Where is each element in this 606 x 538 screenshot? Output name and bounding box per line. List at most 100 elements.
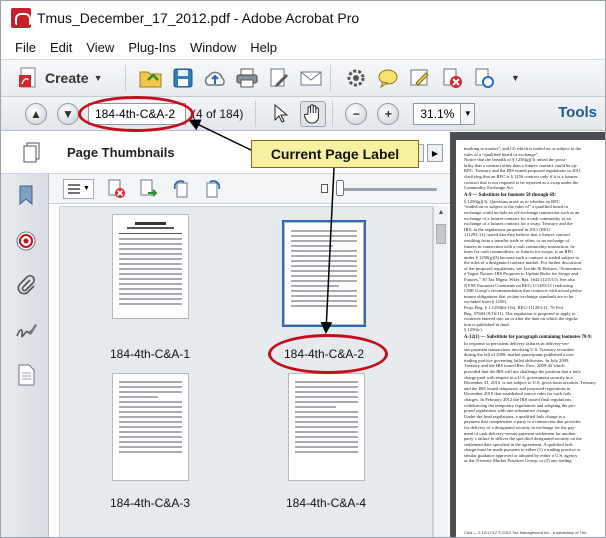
thumbnail-size-slider[interactable] (337, 188, 437, 191)
menu-window[interactable]: Window (190, 40, 236, 55)
comment-icon (378, 69, 398, 89)
document-icon[interactable] (15, 364, 37, 386)
document-text-line: or the Treasury Market Practices Group; … (464, 458, 572, 464)
print-button[interactable] (234, 65, 260, 91)
thumbnail-page-3[interactable] (112, 373, 189, 481)
previous-page-button[interactable]: ▲ (25, 102, 47, 125)
menu-help[interactable]: Help (250, 40, 277, 55)
toolbar-divider (124, 65, 126, 91)
hand-tool-button[interactable] (300, 100, 327, 127)
zoom-input[interactable]: 31.1% (413, 102, 462, 125)
toolbar-divider (329, 65, 331, 91)
thumbnail-label-highlight-ellipse (268, 334, 388, 374)
menu-file[interactable]: File (15, 40, 36, 55)
cloud-upload-icon (204, 71, 225, 86)
menu-bar: File Edit View Plug-Ins Window Help (1, 35, 605, 59)
menu-edit[interactable]: Edit (50, 40, 72, 55)
create-label: Create (45, 70, 89, 86)
print-icon (236, 68, 258, 88)
window-title: Tmus_December_17_2012.pdf - Adobe Acroba… (37, 10, 360, 26)
acrobat-window: Tmus_December_17_2012.pdf - Adobe Acroba… (0, 0, 606, 538)
delete-pages-button[interactable] (104, 176, 130, 202)
page-thumbnails-icon (23, 142, 40, 162)
reject-button[interactable] (439, 65, 465, 91)
thumbnails-scrollbar[interactable]: ▲ (433, 206, 448, 537)
thumbnail-size-small-icon (321, 184, 328, 193)
share-button[interactable] (471, 65, 497, 91)
scroll-up-icon[interactable]: ▲ (434, 206, 448, 220)
document-footer: C&A — 2 12/17/12 © 2012 Tax Management I… (464, 530, 587, 535)
document-text-line: December 31, 2010, is not subject to U.S… (464, 380, 597, 386)
chevron-down-icon: ▼ (463, 109, 472, 118)
minus-icon: − (352, 106, 360, 121)
navigation-rail (1, 174, 49, 537)
zoom-out-button[interactable]: − (345, 102, 368, 125)
signature-icon[interactable] (15, 320, 37, 342)
acrobat-logo-icon (11, 8, 31, 28)
thumbnails-options-toolbar: ▼ (49, 174, 450, 204)
arrow-up-icon: ▲ (30, 106, 42, 121)
insert-page-icon (140, 179, 158, 197)
toolbar-divider (332, 100, 334, 127)
menu-view[interactable]: View (86, 40, 114, 55)
document-view: marking to market”; and (2) which is tra… (450, 132, 605, 537)
chevron-down-icon: ▼ (93, 73, 103, 83)
tools-pane-button[interactable]: Tools (558, 104, 597, 121)
document-text-line: Commodity Exchange Act. (464, 185, 514, 191)
document-page[interactable]: marking to market”; and (2) which is tra… (456, 140, 605, 537)
chevron-right-icon: ▶ (431, 148, 439, 158)
comment-button[interactable] (375, 65, 401, 91)
rotate-right-icon (206, 179, 221, 197)
arrow-down-icon: ▼ (62, 106, 74, 121)
share-icon (475, 68, 494, 88)
cursor-icon (274, 103, 289, 123)
settings-button[interactable] (343, 65, 369, 91)
scrollbar-thumb[interactable] (436, 224, 446, 244)
document-text-line: § 1256(c). (464, 327, 483, 333)
more-tools-button[interactable]: ▼ (503, 65, 529, 91)
insert-pages-button[interactable] (136, 176, 162, 202)
panel-next-button[interactable]: ▶ (427, 144, 443, 162)
thumbnail-page-1[interactable] (112, 214, 189, 319)
save-icon (173, 68, 193, 88)
edit-icon (270, 68, 288, 87)
options-menu-button[interactable]: ▼ (63, 178, 94, 199)
thumbnail-page-4[interactable] (288, 373, 365, 481)
zoom-in-button[interactable]: + (377, 102, 400, 125)
thumbnails-area: 184-4th-C&A-1 184-4th-C&A-2 184-4th-C&A-… (59, 206, 433, 537)
edit-button[interactable] (266, 65, 292, 91)
target-icon[interactable] (15, 230, 37, 252)
toolbar-divider (255, 100, 257, 127)
chevron-down-icon: ▼ (511, 73, 520, 83)
thumbnail-label: 184-4th-C&A-4 (285, 496, 367, 510)
save-button[interactable] (170, 65, 196, 91)
zoom-dropdown[interactable]: ▼ (461, 102, 476, 125)
settings-icon (347, 69, 365, 87)
thumbnail-page-2[interactable] (282, 220, 366, 327)
page-count: (4 of 184) (192, 106, 244, 121)
create-button[interactable]: Create ▼ (19, 67, 103, 89)
list-options-icon (68, 183, 80, 194)
open-button[interactable] (138, 65, 164, 91)
highlight-icon (410, 69, 429, 86)
chevron-down-icon: ▼ (83, 185, 90, 192)
panel-title: Page Thumbnails (67, 145, 175, 160)
highlight-button[interactable] (407, 65, 433, 91)
title-bar: Tmus_December_17_2012.pdf - Adobe Acroba… (1, 1, 605, 35)
rotate-right-button[interactable] (200, 176, 226, 202)
reject-icon (443, 68, 462, 88)
rotate-left-icon (173, 179, 188, 197)
delete-page-icon (108, 179, 125, 198)
menu-plug-ins[interactable]: Plug-Ins (128, 40, 176, 55)
cloud-upload-button[interactable] (202, 65, 228, 91)
open-folder-icon (139, 71, 162, 88)
next-page-button[interactable]: ▼ (57, 102, 79, 125)
bookmark-icon[interactable] (15, 184, 37, 206)
email-icon (300, 71, 322, 86)
select-tool-button[interactable] (268, 101, 294, 127)
email-button[interactable] (298, 65, 324, 91)
rotate-left-button[interactable] (168, 176, 194, 202)
attachment-icon[interactable] (15, 274, 37, 296)
slider-handle[interactable] (336, 180, 344, 196)
current-page-label-callout: Current Page Label (251, 140, 419, 168)
